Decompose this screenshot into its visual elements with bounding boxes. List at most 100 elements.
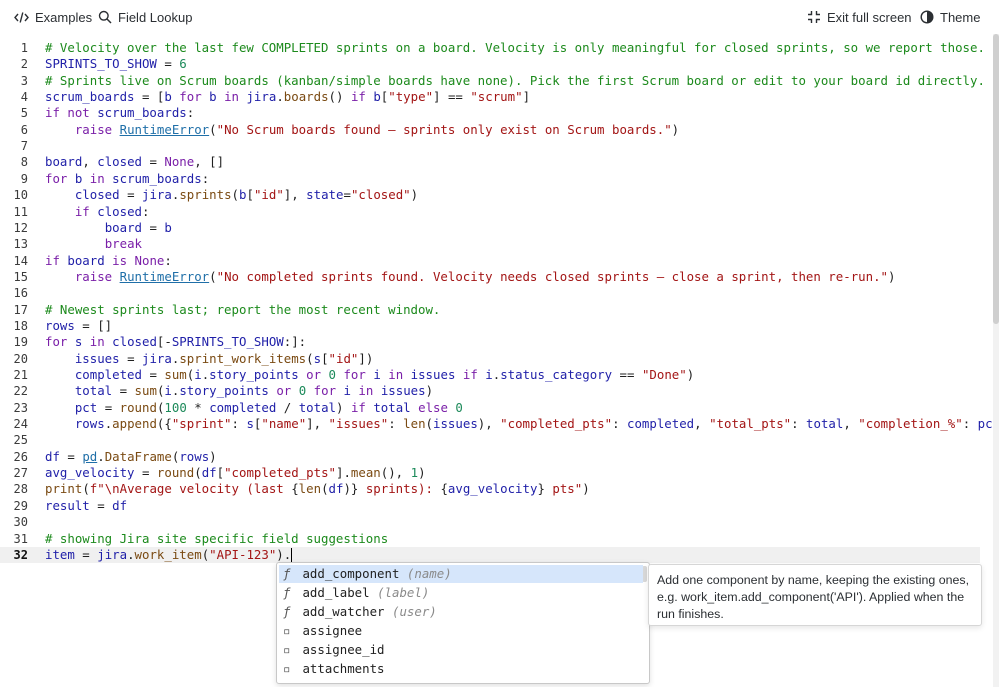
code-line[interactable]: 32 item = jira.work_item("API-123").: [0, 546, 980, 563]
line-number: 1: [20, 41, 28, 55]
code-token: is: [104, 252, 135, 268]
code-token: ,: [694, 416, 710, 432]
code-line[interactable]: 2 SPRINTS_TO_SHOW = 6: [0, 56, 980, 72]
code-token: DataFrame: [104, 448, 172, 464]
exit-fullscreen-button[interactable]: Exit full screen: [807, 8, 912, 26]
code-token: (),: [380, 465, 411, 481]
field-lookup-button[interactable]: Field Lookup: [98, 8, 192, 26]
code-line[interactable]: 23 pct = round(100 * completed / total) …: [0, 400, 980, 416]
code-token: sprint_work_items: [179, 350, 307, 366]
code-line[interactable]: 28 print(f"\nAverage velocity (last {len(…: [0, 481, 980, 497]
code-token: for: [45, 170, 75, 186]
code-line[interactable]: 14 if board is None:: [0, 253, 980, 269]
code-token: or: [298, 367, 329, 382]
code-token: f"\nAverage velocity (last: [89, 481, 292, 497]
code-line[interactable]: 16: [0, 285, 980, 301]
code-line[interactable]: 9 for b in scrum_boards:: [0, 171, 980, 187]
code-line[interactable]: 19 for s in closed[-SPRINTS_TO_SHOW:]:: [0, 334, 980, 350]
autocomplete-item[interactable]: ƒ add_watcher (user): [279, 603, 643, 621]
code-line[interactable]: 7: [0, 138, 980, 154]
code-token: print: [45, 481, 83, 497]
line-number: 32: [13, 547, 28, 562]
line-number: 26: [13, 449, 28, 464]
code-line[interactable]: 24 rows.append({"sprint": s["name"], "is…: [0, 416, 999, 432]
editor-scroll-thumb[interactable]: [993, 34, 999, 324]
code-token: # Velocity over the last few COMPLETED s…: [45, 40, 985, 55]
code-text: completed = sum(i.story_points or 0 for …: [45, 367, 694, 383]
code-line[interactable]: 22 total = sum(i.story_points or 0 for i…: [0, 383, 980, 399]
code-line[interactable]: 20 issues = jira.sprint_work_items(s["id…: [0, 351, 980, 367]
code-token: jira: [97, 546, 128, 562]
code-text: for s in closed[-SPRINTS_TO_SHOW:]:: [45, 334, 306, 350]
exit-fullscreen-icon: [807, 10, 821, 24]
code-token: =: [112, 383, 135, 399]
code-line[interactable]: 1 # Velocity over the last few COMPLETED …: [0, 40, 985, 56]
line-number: 15: [13, 269, 28, 284]
code-line[interactable]: 8 board, closed = None, []: [0, 154, 980, 170]
code-token: df: [328, 481, 344, 497]
code-line[interactable]: 31 # showing Jira site specific field sug…: [0, 531, 980, 547]
code-token: SPRINTS_TO_SHOW: [45, 56, 157, 72]
code-token: ).: [276, 546, 292, 562]
code-line[interactable]: 25: [0, 432, 980, 448]
code-text: closed = jira.sprints(b["id"], state="cl…: [45, 187, 418, 203]
autocomplete-item[interactable]: ▫ attachments: [279, 660, 643, 678]
code-token: for: [336, 367, 374, 382]
code-text: # Sprints live on Scrum boards (kanban/s…: [45, 73, 985, 89]
theme-button[interactable]: Theme: [920, 8, 980, 26]
function-icon: ƒ: [283, 566, 291, 581]
examples-button[interactable]: Examples: [14, 8, 92, 26]
code-token: if: [74, 203, 98, 219]
code-token: rows: [45, 317, 75, 333]
autocomplete-item[interactable]: ▫ assignee: [279, 622, 643, 640]
code-token: ): [336, 399, 351, 415]
code-line[interactable]: 26 df = pd.DataFrame(rows): [0, 449, 980, 465]
code-token: , []: [194, 154, 225, 170]
code-token: story_points: [209, 367, 299, 382]
code-token: item: [45, 546, 75, 562]
code-line[interactable]: 6 raise RuntimeError("No Scrum boards fo…: [0, 122, 980, 138]
code-line[interactable]: 18 rows = []: [0, 318, 980, 334]
autocomplete-item-label: add_watcher: [295, 604, 385, 619]
code-line[interactable]: 12 board = b: [0, 220, 980, 236]
code-token: ): [410, 187, 419, 203]
code-line[interactable]: 17 # Newest sprints last; report the most…: [0, 302, 980, 318]
code-line[interactable]: 5 if not scrum_boards:: [0, 105, 980, 121]
code-line[interactable]: 29 result = df: [0, 498, 980, 514]
code-token: :: [388, 416, 404, 432]
code-token: issues: [380, 383, 426, 399]
line-number: 4: [20, 90, 28, 105]
line-number: 11: [13, 204, 28, 219]
code-line[interactable]: 11 if closed:: [0, 204, 980, 220]
code-line[interactable]: 21 completed = sum(i.story_points or 0 f…: [0, 367, 980, 383]
code-token: :: [164, 252, 172, 268]
code-line[interactable]: 13 break: [0, 236, 980, 252]
code-line[interactable]: 27 avg_velocity = round(df["completed_pts…: [0, 465, 980, 481]
code-token: i: [373, 367, 381, 382]
line-number: 27: [13, 466, 28, 481]
code-token: =: [141, 367, 165, 382]
code-line[interactable]: 4 scrum_boards = [b for b in jira.boards(…: [0, 89, 980, 105]
autocomplete-item[interactable]: ƒ add_label (label): [279, 584, 643, 602]
code-token: sum: [164, 367, 187, 382]
autocomplete-list[interactable]: ƒ add_component (name) ƒ add_label (label…: [276, 562, 650, 684]
autocomplete-item[interactable]: ƒ add_component (name): [279, 565, 643, 583]
code-token: }: [537, 481, 545, 497]
code-token: completed: [74, 367, 142, 382]
code-token: "closed": [350, 187, 411, 203]
code-token: [: [321, 350, 329, 366]
code-token: total: [806, 416, 844, 432]
code-line[interactable]: 10 closed = jira.sprints(b["id"], state=…: [0, 187, 980, 203]
autocomplete-item[interactable]: ▫ assignee_id: [279, 641, 643, 659]
code-token: raise: [74, 121, 120, 137]
code-token: (: [209, 268, 217, 284]
line-number: 24: [13, 417, 28, 432]
code-token: completed: [627, 416, 695, 432]
code-token: completed: [209, 399, 277, 415]
code-token: ),: [477, 416, 501, 432]
code-token: = []: [74, 317, 113, 333]
code-line[interactable]: 3 # Sprints live on Scrum boards (kanban/…: [0, 73, 985, 89]
code-line[interactable]: 15 raise RuntimeError("No completed spri…: [0, 269, 980, 285]
line-number: 25: [13, 433, 28, 448]
code-line[interactable]: 30: [0, 514, 980, 530]
